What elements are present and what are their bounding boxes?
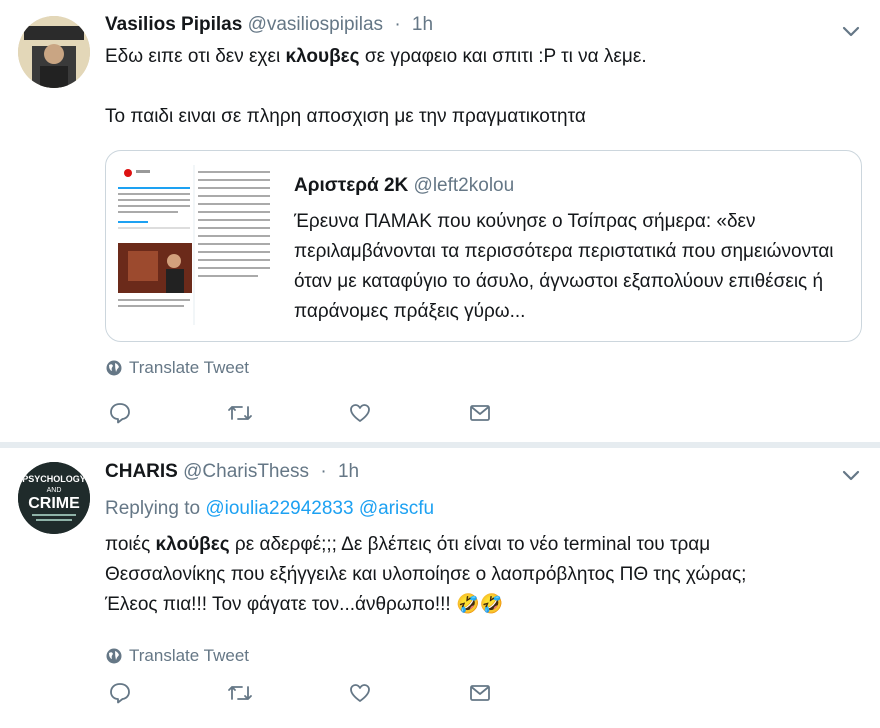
tweet-text: Εδω ειπε οτι δεν εχει κλουβες σε γραφειο… [105, 42, 647, 132]
separator: · [394, 14, 401, 35]
quote-header: Αριστερά 2Κ @left2kolou [294, 175, 514, 197]
avatar[interactable]: PSYCHOLOGY AND CRIME [18, 462, 90, 534]
message-icon[interactable] [465, 398, 495, 428]
avatar[interactable] [18, 16, 90, 88]
translate-label: Translate Tweet [129, 358, 250, 377]
tweet-text-line1: Εδω ειπε οτι δεν εχει κλουβες σε γραφειο… [105, 42, 647, 72]
replying-label: Replying to [105, 498, 201, 519]
tweet-header: Vasilios Pipilas @vasiliospipilas · 1h [105, 14, 433, 36]
tweet-text-line1: ποιές κλούβες ρε αδερφέ;;; Δε βλέπεις ότ… [105, 530, 746, 560]
tweet[interactable]: PSYCHOLOGY AND CRIME CHARIS @CharisThess… [0, 448, 880, 728]
text-bold: κλουβες [285, 46, 360, 67]
user-handle[interactable]: @CharisThess [183, 461, 309, 482]
retweet-icon[interactable] [225, 678, 255, 708]
reply-icon[interactable] [105, 678, 135, 708]
tweet-text-line3: Έλεος πια!!! Τον φάγατε τον...άνθρωπο!!!… [105, 594, 504, 615]
mention-link[interactable]: @ioulia22942833 [205, 498, 353, 519]
globe-icon [106, 648, 122, 664]
tweet-header: CHARIS @CharisThess · 1h [105, 461, 359, 483]
text-span: ρε αδερφέ;;; Δε βλέπεις ότι είναι το νέο… [229, 534, 711, 555]
avatar-image [18, 16, 90, 88]
display-name[interactable]: CHARIS [105, 461, 178, 482]
like-icon[interactable] [345, 398, 375, 428]
separator: · [320, 461, 327, 482]
quote-thumbnail [118, 165, 278, 325]
chevron-down-icon[interactable] [840, 464, 862, 486]
text-span: σε γραφειο και σπιτι :P τι να λεμε. [359, 46, 647, 67]
translate-label: Translate Tweet [129, 646, 250, 665]
timestamp[interactable]: 1h [412, 14, 433, 35]
text-bold: κλούβες [155, 534, 230, 555]
globe-icon [106, 360, 122, 376]
timestamp[interactable]: 1h [338, 461, 359, 482]
display-name[interactable]: Vasilios Pipilas [105, 14, 242, 35]
message-icon[interactable] [465, 678, 495, 708]
avatar-image: PSYCHOLOGY AND CRIME [18, 462, 90, 534]
translate-tweet-link[interactable]: Translate Tweet [105, 358, 249, 378]
tweet-actions [105, 678, 525, 710]
user-handle[interactable]: @vasiliospipilas [248, 14, 383, 35]
text-span: ποιές [105, 534, 156, 555]
translate-tweet-link[interactable]: Translate Tweet [105, 646, 249, 666]
tweet-text-line2: Το παιδι ειναι σε πληρη αποσχιση με την … [105, 106, 586, 127]
quote-user-handle: @left2kolou [413, 175, 515, 196]
chevron-down-icon[interactable] [840, 20, 862, 42]
tweet-text-line2: Θεσσαλονίκης που εξήγγειλε και υλοποίησε… [105, 564, 747, 585]
avatar-line1: PSYCHOLOGY [22, 474, 86, 484]
avatar-line3: CRIME [28, 495, 80, 512]
quoted-tweet[interactable]: Αριστερά 2Κ @left2kolou Έρευνα ΠΑΜΑΚ που… [105, 150, 862, 342]
tweet-text: ποιές κλούβες ρε αδερφέ;;; Δε βλέπεις ότ… [105, 530, 746, 620]
tweet[interactable]: Vasilios Pipilas @vasiliospipilas · 1h Ε… [0, 0, 880, 442]
text-span: Εδω ειπε οτι δεν εχει [105, 46, 286, 67]
like-icon[interactable] [345, 678, 375, 708]
tweet-actions [105, 398, 525, 430]
retweet-icon[interactable] [225, 398, 255, 428]
quote-display-name: Αριστερά 2Κ [294, 175, 409, 196]
quote-text: Έρευνα ΠΑΜΑΚ που κούνησε ο Τσίπρας σήμερ… [294, 211, 834, 322]
replying-to: Replying to @ioulia22942833 @ariscfu [105, 498, 434, 520]
mention-link[interactable]: @ariscfu [359, 498, 434, 519]
reply-icon[interactable] [105, 398, 135, 428]
avatar-line2: AND [47, 487, 62, 494]
